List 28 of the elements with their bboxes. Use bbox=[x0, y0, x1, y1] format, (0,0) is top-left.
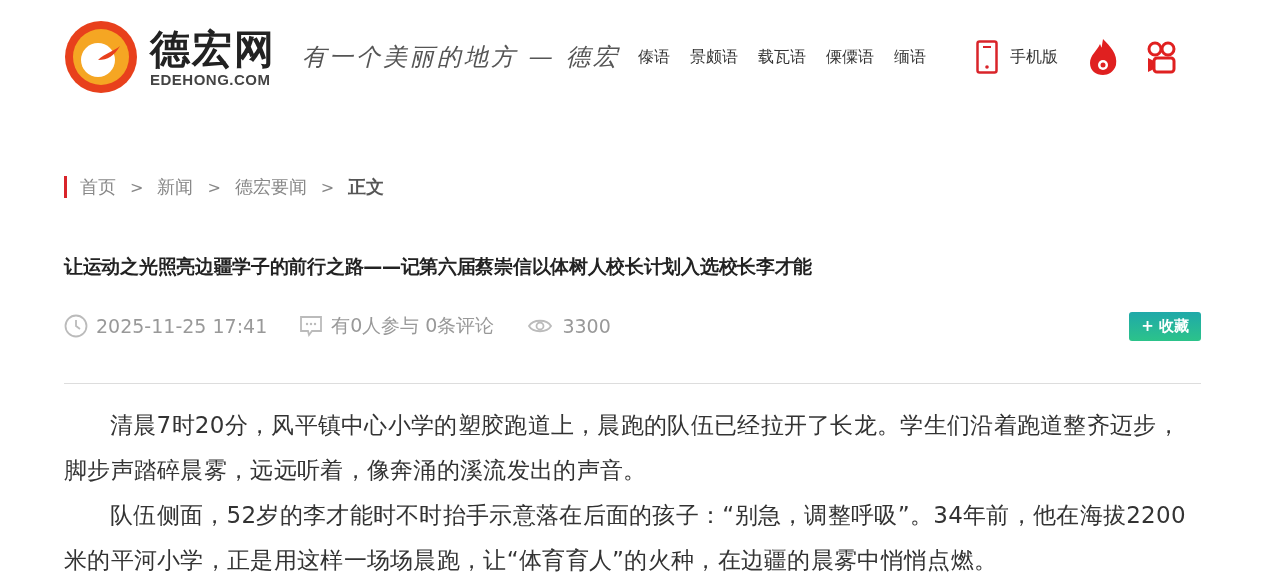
mobile-link[interactable]: 手机版 bbox=[1010, 46, 1059, 68]
breadcrumb-link[interactable]: 德宏要闻 bbox=[234, 175, 307, 199]
slogan: 有一个美丽的地方 — 德宏 bbox=[302, 42, 621, 73]
breadcrumb-separator: > bbox=[320, 177, 335, 197]
phone-icon[interactable] bbox=[976, 40, 999, 74]
publish-date: 2025-11-25 17:41 bbox=[96, 315, 268, 337]
breadcrumb-separator: > bbox=[130, 177, 144, 197]
breadcrumb-link[interactable]: 正文 bbox=[348, 175, 385, 199]
article-paragraph: 清晨7时20分，风平镇中心小学的塑胶跑道上，晨跑的队伍已经拉开了长龙。学生们沿着跑道整齐迈步，脚步声踏碎晨雾，远远听着，像奔涌的溪流发出的声音。 bbox=[64, 411, 1181, 485]
site-name: 德宏网 bbox=[150, 26, 276, 71]
comment-icon bbox=[299, 314, 324, 338]
language-link[interactable]: 缅语 bbox=[894, 46, 927, 68]
language-link[interactable]: 傣语 bbox=[638, 46, 671, 68]
view-count: 3300 bbox=[562, 315, 611, 337]
video-icon[interactable] bbox=[1146, 40, 1179, 74]
comment-count: 有0人参与 0条评论 bbox=[331, 313, 495, 338]
breadcrumb-link[interactable]: 首页 bbox=[80, 175, 116, 199]
language-link[interactable]: 景颇语 bbox=[690, 46, 739, 68]
breadcrumb-link[interactable]: 新闻 bbox=[157, 175, 194, 199]
language-link[interactable]: 载瓦语 bbox=[758, 46, 807, 68]
language-link[interactable]: 傈僳语 bbox=[826, 46, 875, 68]
logo-icon bbox=[64, 20, 138, 94]
article-paragraph: 队伍侧面，52岁的李才能时不时抬手示意落在后面的孩子：“别急，调整呼吸”。34年前，他在海拔2200米的平河小学，正是用这样一场场晨跑，让“体育育人”的火种，在边疆的晨雾中悄悄点燃。 bbox=[64, 501, 1187, 575]
article-title: 让运动之光照亮边疆学子的前行之路——记第六届蔡崇信以体树人校长计划入选校长李才能 bbox=[64, 254, 813, 279]
flame-icon[interactable] bbox=[1088, 38, 1119, 76]
breadcrumb-separator: > bbox=[207, 177, 221, 197]
site-domain: EDEHONG.COM bbox=[150, 70, 271, 88]
clock-icon bbox=[64, 314, 88, 338]
